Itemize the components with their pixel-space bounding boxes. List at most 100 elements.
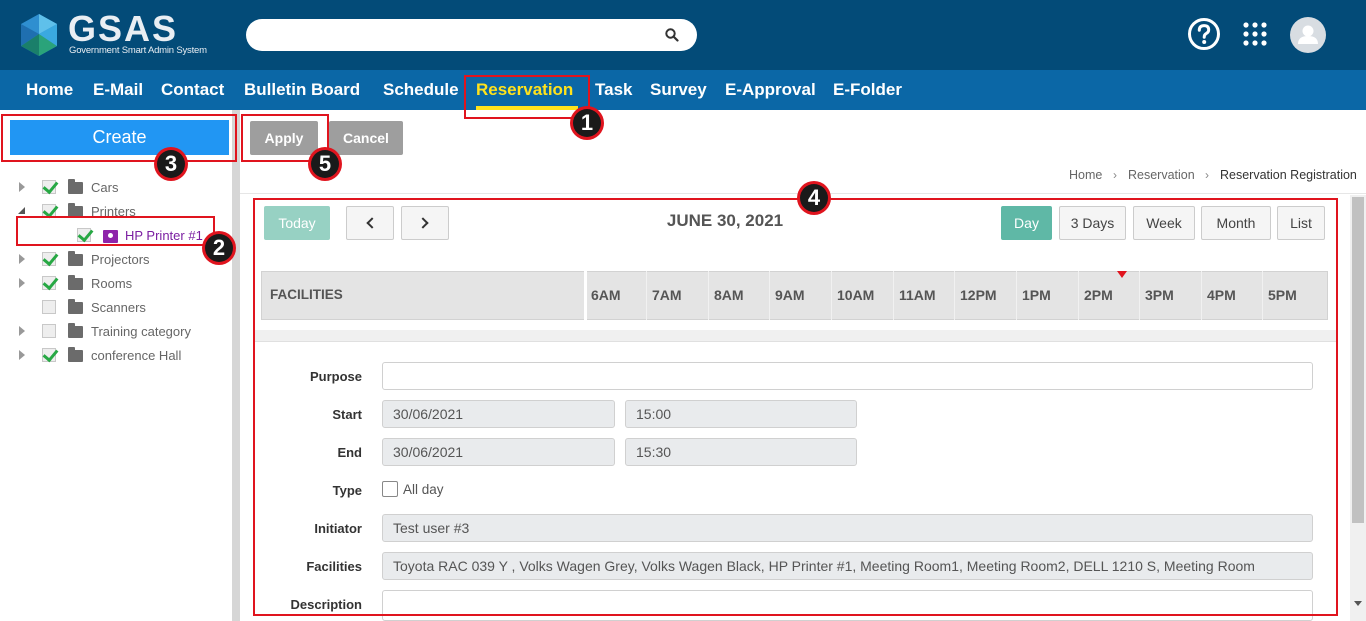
breadcrumb-home[interactable]: Home [1069,168,1102,182]
logo-title: GSAS [68,8,179,49]
nav-e-approval[interactable]: E-Approval [725,80,816,100]
scroll-down-icon[interactable] [1354,601,1362,606]
nav-contact[interactable]: Contact [161,80,224,100]
purpose-input[interactable] [382,362,1313,390]
search-icon[interactable] [665,28,679,42]
end-time-field[interactable]: 15:30 [625,438,857,466]
checkbox[interactable] [42,180,56,194]
nav-email[interactable]: E-Mail [93,80,143,100]
hour-separator [1262,271,1263,320]
expand-arrow-icon[interactable] [19,254,25,264]
logo-subtitle: Government Smart Admin System [69,45,207,56]
expand-arrow-icon[interactable] [19,182,25,192]
scrollbar-thumb[interactable] [1352,197,1364,523]
next-day-button[interactable] [401,206,449,240]
hour-label: 4PM [1207,287,1236,303]
hour-separator [1078,271,1079,320]
folder-icon [68,203,83,218]
checkbox[interactable] [42,204,56,218]
tree-label: Rooms [91,276,133,291]
start-date-field[interactable]: 30/06/2021 [382,400,615,428]
description-input[interactable] [382,590,1313,621]
tree-item-training-category[interactable]: Training category [0,322,232,342]
facilities-column-header: FACILITIES [270,287,343,302]
folder-icon [68,251,83,266]
create-button[interactable]: Create [10,120,229,155]
hour-separator [1139,271,1140,320]
tree-item-conference-hall[interactable]: conference Hall [0,346,232,366]
description-label: Description [290,597,362,612]
resource-icon [103,230,118,243]
checkbox[interactable] [42,276,56,290]
view-day-button[interactable]: Day [1001,206,1052,240]
nav-survey[interactable]: Survey [650,80,707,100]
apps-grid-icon[interactable] [1238,17,1272,51]
end-label: End [337,445,362,460]
nav-e-folder[interactable]: E-Folder [833,80,902,100]
end-date-field[interactable]: 30/06/2021 [382,438,615,466]
tree-label: Scanners [91,300,146,315]
sidebar-scrollbar[interactable] [232,110,240,621]
expand-arrow-icon[interactable] [19,326,25,336]
hour-label: 8AM [714,287,744,303]
user-avatar[interactable] [1290,17,1326,53]
tree-item-hp-printer-1[interactable]: HP Printer #1 [0,226,232,246]
checkbox[interactable] [42,300,56,314]
folder-icon [68,275,83,290]
nav-reservation[interactable]: Reservation [476,80,573,100]
expand-arrow-icon[interactable] [19,350,25,360]
active-nav-underline [476,106,578,110]
hour-label: 9AM [775,287,805,303]
hour-separator [1016,271,1017,320]
type-label: Type [332,483,362,498]
nav-schedule[interactable]: Schedule [383,80,459,100]
prev-day-button[interactable] [346,206,394,240]
help-icon[interactable] [1187,17,1221,51]
view-list-button[interactable]: List [1277,206,1325,240]
facilities-label: Facilities [306,559,362,574]
tree-item-printers[interactable]: Printers [0,202,232,222]
hour-label: 2PM [1084,287,1113,303]
collapse-arrow-icon[interactable] [18,207,26,215]
hour-label: 6AM [591,287,621,303]
allday-checkbox[interactable] [382,481,398,497]
annotation-badge-3: 3 [154,147,188,181]
allday-label[interactable]: All day [403,482,444,497]
hour-separator [708,271,709,320]
nav-task[interactable]: Task [595,80,633,100]
tree-item-rooms[interactable]: Rooms [0,274,232,294]
annotation-badge-1: 1 [570,106,604,140]
annotation-badge-4: 4 [797,181,831,215]
search-input[interactable] [246,19,697,51]
nav-home[interactable]: Home [26,80,73,100]
top-header: GSAS Government Smart Admin System [0,0,1366,70]
tree-label: Printers [91,204,136,219]
gsas-logo[interactable]: GSAS Government Smart Admin System [16,10,226,60]
breadcrumb-separator-icon: › [1205,168,1209,182]
nav-bulletin-board[interactable]: Bulletin Board [244,80,360,100]
tree-item-cars[interactable]: Cars [0,178,232,198]
tree-item-scanners[interactable]: Scanners [0,298,232,318]
checkbox[interactable] [42,348,56,362]
checkbox[interactable] [42,324,56,338]
tree-item-projectors[interactable]: Projectors [0,250,232,270]
start-time-field[interactable]: 15:00 [625,400,857,428]
hour-separator [893,271,894,320]
today-button[interactable]: Today [264,206,330,240]
current-time-marker [1117,271,1127,278]
checkbox[interactable] [42,252,56,266]
hour-label: 11AM [899,287,936,303]
breadcrumb-separator-icon: › [1113,168,1117,182]
chevron-left-icon [366,217,378,229]
view-month-button[interactable]: Month [1201,206,1271,240]
expand-arrow-icon[interactable] [19,278,25,288]
hour-label: 5PM [1268,287,1297,303]
user-icon [1298,25,1318,44]
folder-icon [68,347,83,362]
view-week-button[interactable]: Week [1133,206,1195,240]
breadcrumb-reservation[interactable]: Reservation [1128,168,1195,182]
view-3days-button[interactable]: 3 Days [1059,206,1126,240]
checkbox[interactable] [77,228,91,242]
logo-icon [21,14,57,56]
initiator-field: Test user #3 [382,514,1313,542]
